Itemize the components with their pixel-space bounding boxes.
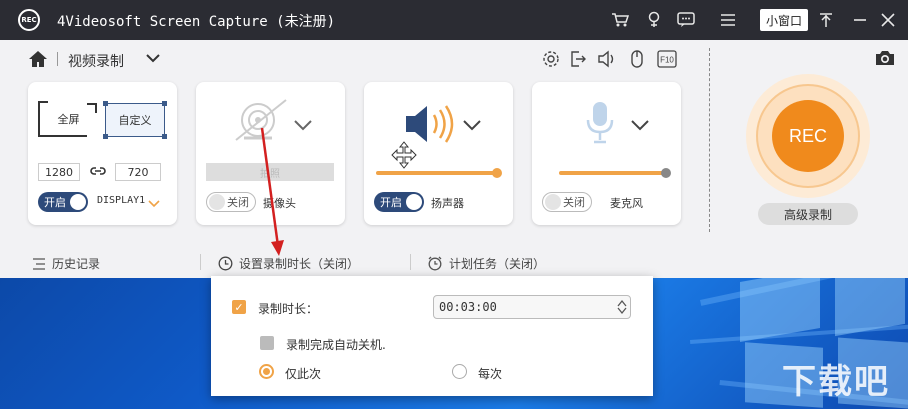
svg-text:F10: F10 [660,56,674,65]
advanced-record-button[interactable]: 高级录制 [758,203,858,225]
window-title: 4Videosoft Screen Capture (未注册) [57,14,336,30]
full-screen-label: 全屏 [57,113,80,126]
width-input[interactable]: 1280 [38,163,80,181]
microphone-icon[interactable] [586,100,614,149]
duration-link[interactable]: 设置录制时长（关闭） [218,255,359,272]
export-icon[interactable] [568,49,588,69]
gear-icon[interactable] [541,49,561,69]
slider-thumb[interactable] [492,168,502,178]
microphone-panel: 关闭 麦克风 [532,82,681,225]
divider [709,48,710,232]
title-bar: REC 4Videosoft Screen Capture (未注册) 小窗口 [0,0,908,40]
list-icon [33,257,45,270]
speaker-caption: 扬声器 [431,197,464,210]
custom-area-option[interactable]: 自定义 [103,101,167,139]
speaker-toggle[interactable]: 开启 [374,192,424,212]
link-icon[interactable] [90,165,106,180]
webcam-toggle[interactable]: 关闭 [206,192,256,212]
divider [410,254,411,270]
webcam-panel: 拍照 关闭 摄像头 [196,82,345,225]
every-time-label: 每次 [478,367,503,381]
mini-window-button[interactable]: 小窗口 [760,9,808,31]
toggle-label: 关闭 [563,196,585,209]
once-label: 仅此次 [285,367,322,381]
mic-volume-slider[interactable] [559,168,671,178]
rec-button[interactable]: REC [772,100,844,172]
chat-icon[interactable] [676,10,696,30]
chevron-down-icon[interactable] [145,52,161,64]
alarm-clock-icon [428,256,442,271]
snapshot-label: 拍照 [260,168,280,180]
history-label: 历史记录 [52,257,101,271]
microphone-caption: 麦克风 [610,197,643,210]
pin-icon[interactable] [816,10,836,30]
webcam-disabled-icon[interactable] [230,98,290,147]
home-icon[interactable] [28,50,48,68]
slider-thumb[interactable] [661,168,671,178]
camera-snapshot-icon[interactable] [874,49,896,69]
app-window: REC 4Videosoft Screen Capture (未注册) 小窗口 … [0,0,908,278]
full-screen-option[interactable]: 全屏 [38,101,97,137]
clock-icon [218,256,233,271]
minimize-icon[interactable] [850,10,870,30]
duration-checkbox[interactable]: ✓ [232,300,246,314]
divider [200,254,201,270]
duration-time-input[interactable]: 00:03:00 [433,295,631,319]
screen-area-panel: 全屏 自定义 1280 720 开启 DISPLAY1 [28,82,177,225]
duration-popup: ✓ 录制时长： 00:03:00 录制完成自动关机. 仅此次 每次 [211,276,653,396]
history-link[interactable]: 历史记录 [32,255,100,272]
spin-down-icon[interactable] [617,306,627,315]
display-label[interactable]: DISPLAY1 [97,195,145,206]
webcam-caption: 摄像头 [263,197,296,210]
chevron-down-icon[interactable] [293,119,313,131]
once-radio[interactable] [259,364,274,379]
every-time-radio[interactable] [452,364,467,379]
snapshot-bar: 拍照 [206,163,334,181]
microphone-toggle[interactable]: 关闭 [542,192,592,212]
custom-area-label: 自定义 [118,114,152,127]
height-input[interactable]: 720 [115,163,161,181]
schedule-label: 计划任务（关闭） [449,257,546,271]
chevron-down-icon[interactable] [148,197,160,208]
chevron-down-icon[interactable] [462,119,482,131]
toggle-label: 关闭 [227,196,249,209]
mode-label[interactable]: 视频录制 [68,51,124,71]
close-icon[interactable] [878,10,898,30]
chevron-down-icon[interactable] [630,119,650,131]
toggle-label: 开启 [44,196,66,209]
toggle-label: 开启 [380,196,402,209]
duration-label: 录制时长： [258,302,319,316]
schedule-link[interactable]: 计划任务（关闭） [427,255,545,272]
system-sound-panel: 开启 扬声器 [364,82,513,225]
app-logo: REC [18,9,40,31]
move-cursor-icon [390,141,418,172]
divider [57,52,58,66]
mouse-icon[interactable] [627,49,647,69]
duration-label: 设置录制时长（关闭） [239,257,360,271]
f10-icon[interactable]: F10 [657,49,677,69]
cart-icon[interactable] [610,10,630,30]
duration-value: 00:03:00 [439,300,497,314]
speaker-small-icon[interactable] [597,49,617,69]
bulb-icon[interactable] [644,10,664,30]
shutdown-checkbox[interactable] [260,336,274,350]
screen-toggle[interactable]: 开启 [38,192,88,212]
menu-icon[interactable] [718,10,738,30]
shutdown-label: 录制完成自动关机. [286,338,386,352]
watermark: 下载吧 [782,362,890,402]
